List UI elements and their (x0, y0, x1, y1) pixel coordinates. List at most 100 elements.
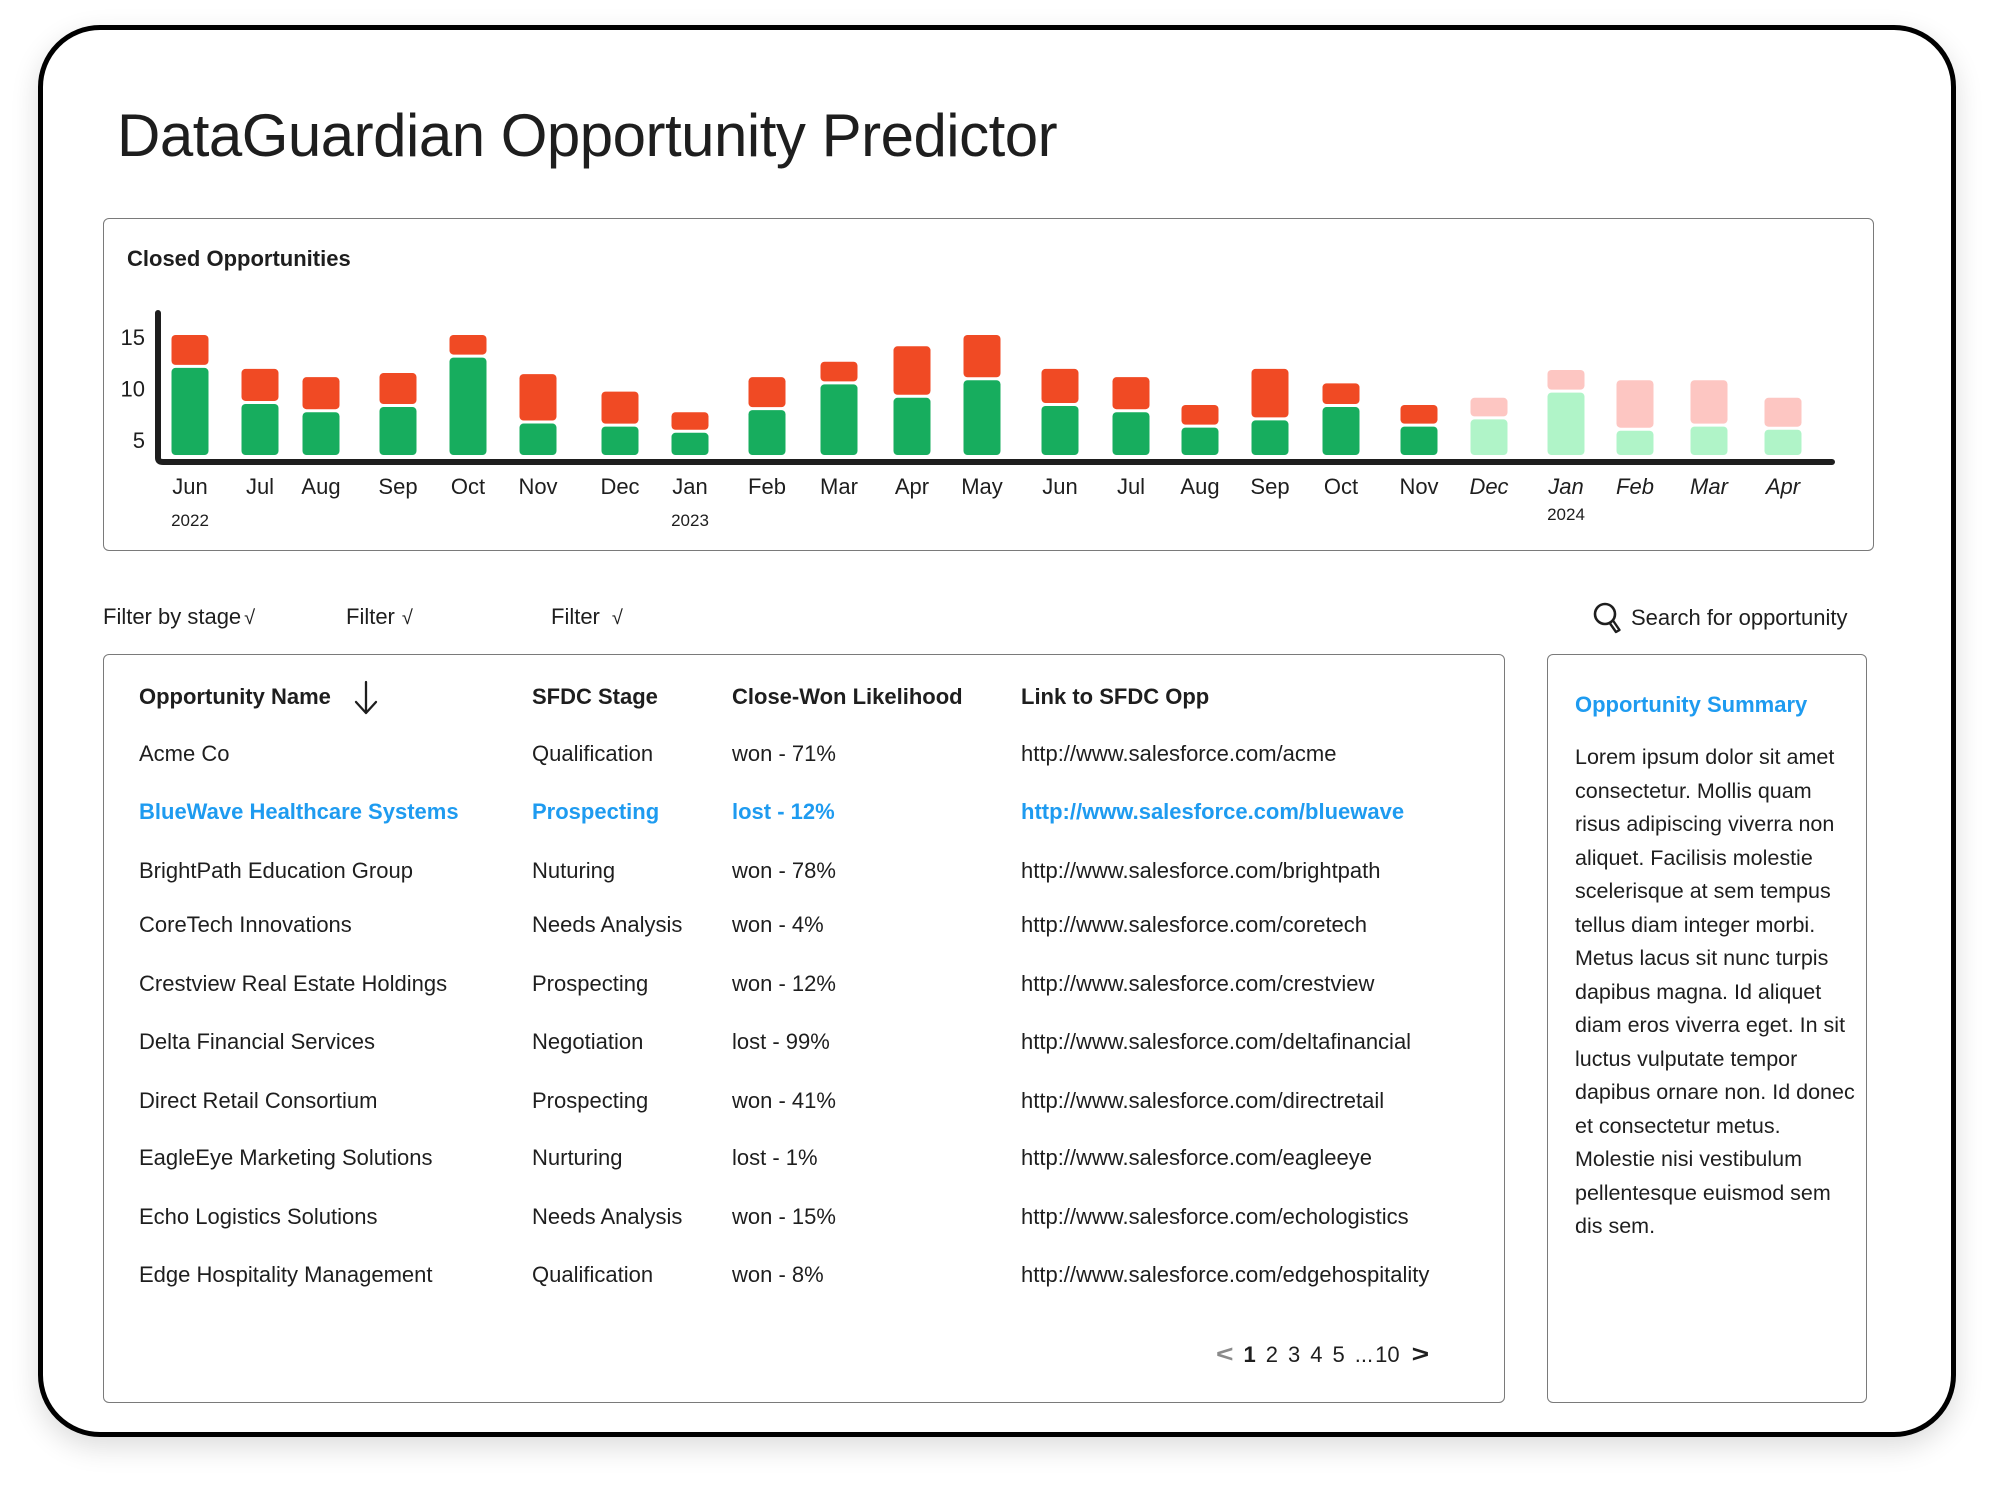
page-3-button[interactable]: 3 (1288, 1342, 1300, 1368)
sfdc-link[interactable]: http://www.salesforce.com/crestview (1021, 971, 1374, 997)
x-tick-label: Dec (1469, 474, 1508, 499)
bar-lost (671, 412, 709, 430)
bar-won (820, 384, 858, 455)
bar-lost (449, 334, 487, 355)
bar-lost (820, 361, 858, 382)
bar-won (1041, 406, 1079, 455)
sfdc-stage: Negotiation (532, 1029, 644, 1054)
opportunity-name: Direct Retail Consortium (139, 1088, 378, 1113)
bar-won (1547, 392, 1585, 455)
page-5-button[interactable]: 5 (1333, 1342, 1345, 1368)
bar-won (1616, 430, 1654, 455)
close-won-likelihood: lost - 1% (732, 1145, 818, 1170)
x-tick-label: Jul (246, 474, 274, 499)
sort-descending-arrow-icon[interactable] (352, 678, 380, 718)
sfdc-link[interactable]: http://www.salesforce.com/coretech (1021, 912, 1367, 938)
bar-lost (379, 373, 417, 405)
sfdc-link[interactable]: http://www.salesforce.com/deltafinancial (1021, 1029, 1411, 1055)
bar-won (893, 397, 931, 455)
filter-dropdown-2[interactable]: Filter √ (346, 604, 413, 630)
sfdc-link[interactable]: http://www.salesforce.com/bluewave (1021, 799, 1404, 825)
y-tick-label: 15 (121, 325, 145, 350)
filter-dropdown-3[interactable]: Filter √ (551, 604, 623, 630)
x-tick-label: Sep (378, 474, 417, 499)
page-4-button[interactable]: 4 (1310, 1342, 1322, 1368)
close-won-likelihood: lost - 12% (732, 799, 835, 824)
opportunity-name: Delta Financial Services (139, 1029, 375, 1054)
bar-won (379, 407, 417, 455)
x-tick-label: Aug (301, 474, 340, 499)
x-tick-label: Apr (1764, 474, 1802, 499)
next-page-button[interactable]: > (1412, 1341, 1430, 1368)
opportunity-name: CoreTech Innovations (139, 912, 352, 937)
sfdc-stage: Needs Analysis (532, 912, 683, 937)
sfdc-link[interactable]: http://www.salesforce.com/echologistics (1021, 1204, 1409, 1230)
column-header-opportunity-name[interactable]: Opportunity Name (139, 684, 331, 710)
bar-lost (171, 334, 209, 365)
search-icon (1593, 602, 1621, 634)
filter-by-stage-dropdown[interactable]: Filter by stage √ (103, 604, 255, 630)
chevron-down-icon: √ (244, 607, 256, 629)
close-won-likelihood: won - 12% (732, 971, 836, 996)
opportunity-name: BlueWave Healthcare Systems (139, 799, 459, 824)
opportunity-name: EagleEye Marketing Solutions (139, 1145, 433, 1170)
filter-label: Filter (346, 604, 395, 629)
pagination-ellipsis: ... (1354, 1342, 1374, 1367)
bar-won (671, 432, 709, 455)
page-10-button[interactable]: 10 (1375, 1342, 1399, 1368)
sfdc-stage: Prospecting (532, 1088, 649, 1113)
filter-label: Filter by stage (103, 604, 242, 629)
sfdc-link[interactable]: http://www.salesforce.com/brightpath (1021, 858, 1381, 884)
sfdc-stage: Nuturing (532, 858, 616, 883)
bar-lost (1041, 368, 1079, 404)
bar-won (1400, 426, 1438, 455)
bar-won (449, 357, 487, 455)
sfdc-stage: Prospecting (532, 799, 660, 824)
column-header-sfdc-stage[interactable]: SFDC Stage (532, 684, 658, 710)
close-won-likelihood: won - 78% (732, 858, 836, 883)
bar-won (1764, 429, 1802, 455)
page-2-button[interactable]: 2 (1266, 1342, 1278, 1368)
bar-won (302, 412, 340, 455)
x-tick-label: Mar (820, 474, 858, 499)
close-won-likelihood: won - 41% (732, 1088, 836, 1113)
opportunity-name: Edge Hospitality Management (139, 1262, 433, 1287)
sfdc-stage: Nurturing (532, 1145, 623, 1170)
filter-label: Filter (551, 604, 600, 629)
x-tick-label: Nov (518, 474, 557, 499)
sfdc-link[interactable]: http://www.salesforce.com/acme (1021, 741, 1336, 767)
column-header-link[interactable]: Link to SFDC Opp (1021, 684, 1209, 710)
bar-lost (1690, 380, 1728, 424)
column-header-close-won-likelihood[interactable]: Close-Won Likelihood (732, 684, 963, 710)
bar-lost (1470, 397, 1508, 417)
sfdc-stage: Qualification (532, 1262, 654, 1287)
bar-lost (601, 391, 639, 424)
close-won-likelihood: lost - 99% (732, 1029, 830, 1054)
bar-won (963, 380, 1001, 455)
search-opportunity-input[interactable]: Search for opportunity (1592, 600, 1847, 636)
bar-lost (302, 377, 340, 410)
page-1-button[interactable]: 1 (1244, 1342, 1256, 1368)
close-won-likelihood: won - 15% (732, 1204, 836, 1229)
bar-lost (748, 377, 786, 408)
x-tick-label: Jan (672, 474, 707, 499)
bar-won (1112, 412, 1150, 455)
bar-lost (1764, 397, 1802, 427)
bar-won (1251, 420, 1289, 455)
year-label: 2022 (171, 511, 209, 530)
x-tick-label: Nov (1399, 474, 1438, 499)
search-placeholder: Search for opportunity (1631, 605, 1848, 630)
sfdc-link[interactable]: http://www.salesforce.com/directretail (1021, 1088, 1384, 1114)
bar-won (519, 423, 557, 455)
bar-lost (1181, 404, 1219, 425)
bar-lost (1251, 368, 1289, 418)
sfdc-link[interactable]: http://www.salesforce.com/edgehospitalit… (1021, 1262, 1429, 1288)
sfdc-link[interactable]: http://www.salesforce.com/eagleeye (1021, 1145, 1372, 1171)
x-tick-label: Jun (1042, 474, 1077, 499)
bar-won (748, 410, 786, 455)
bar-lost (1616, 380, 1654, 428)
opportunity-name: Acme Co (139, 741, 230, 766)
previous-page-button[interactable]: < (1216, 1341, 1234, 1368)
bar-won (171, 367, 209, 455)
x-tick-label: Mar (1690, 474, 1730, 499)
